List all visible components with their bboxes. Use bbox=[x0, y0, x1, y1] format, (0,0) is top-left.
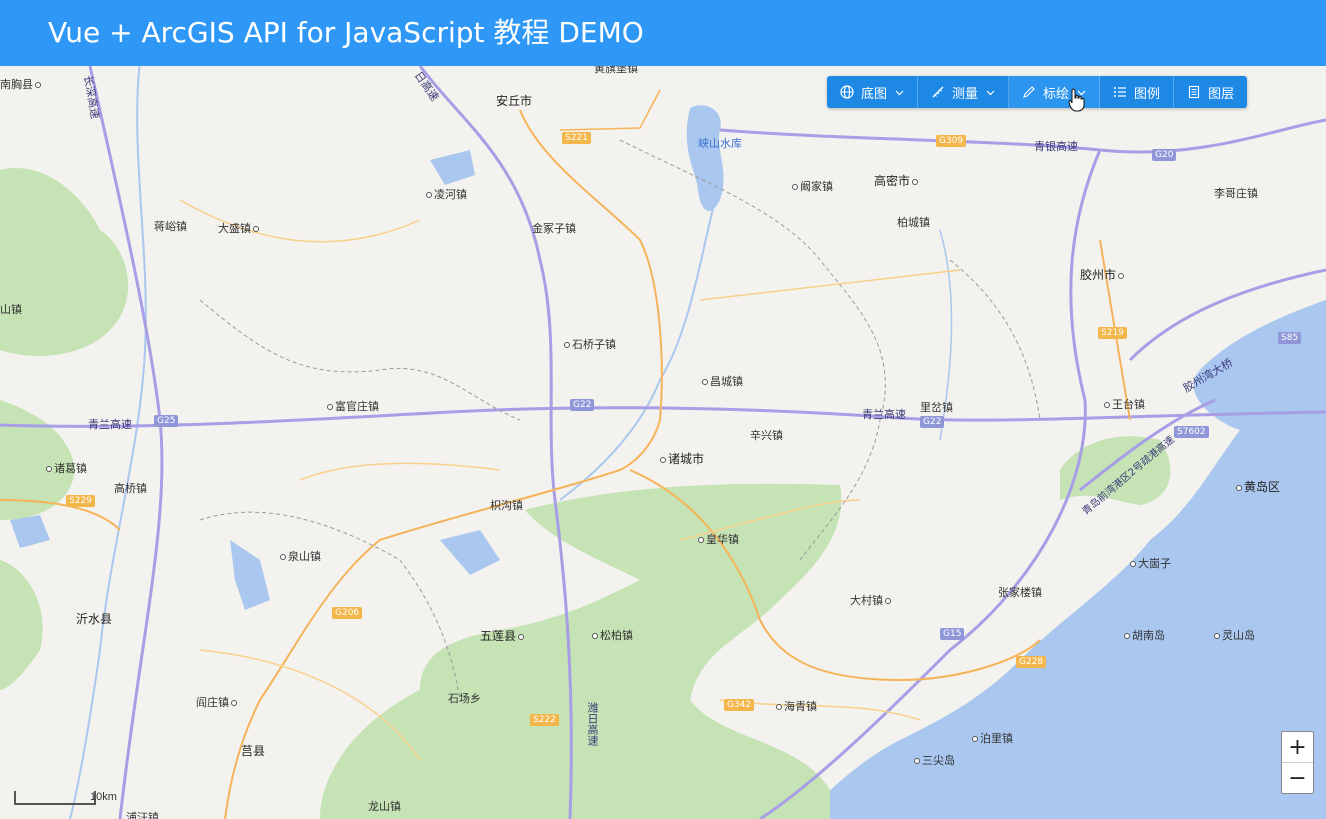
page-title: Vue + ArcGIS API for JavaScript 教程 DEMO bbox=[48, 16, 644, 49]
place-label: 峡山水库 bbox=[698, 137, 742, 150]
place-label: 五莲县 bbox=[480, 627, 526, 644]
place-label: 龙山镇 bbox=[368, 800, 401, 813]
scale-label: 10km bbox=[90, 791, 117, 803]
toolbar-draw-button[interactable]: 标绘 bbox=[1009, 76, 1101, 108]
app-header: Vue + ArcGIS API for JavaScript 教程 DEMO bbox=[0, 0, 1326, 66]
road-label: 青银高速 bbox=[1034, 140, 1078, 153]
map-toolbar: 底图 测量 标绘 图例 图层 bbox=[827, 76, 1248, 108]
place-label: 诸城市 bbox=[658, 450, 704, 467]
road-shield: S85 bbox=[1278, 332, 1302, 344]
road-shield: S7602 bbox=[1174, 426, 1209, 438]
road-shield: G22 bbox=[920, 416, 945, 428]
toolbar-draw-label: 标绘 bbox=[1043, 86, 1070, 102]
pen-icon bbox=[1022, 85, 1036, 99]
place-label: 黄岛区 bbox=[1234, 478, 1280, 495]
road-shield: G25 bbox=[154, 415, 179, 427]
place-label: 诸葛镇 bbox=[44, 460, 87, 476]
scale-bar bbox=[14, 791, 96, 805]
ruler-icon bbox=[931, 85, 945, 99]
chevron-down-icon bbox=[986, 88, 995, 97]
place-label: 辛兴镇 bbox=[750, 429, 783, 442]
road-shield: G20 bbox=[1152, 149, 1177, 161]
road-shield: G22 bbox=[570, 399, 595, 411]
road-shield: G342 bbox=[724, 699, 755, 711]
place-label: 皇华镇 bbox=[696, 531, 739, 547]
road-shield: S219 bbox=[1098, 327, 1127, 339]
plus-icon: + bbox=[1288, 734, 1307, 760]
place-label: 高密市 bbox=[874, 172, 920, 189]
layers-icon bbox=[1187, 85, 1201, 99]
place-label: 三尖岛 bbox=[912, 752, 955, 768]
place-label: 南胸县 bbox=[0, 76, 43, 92]
place-label: 凌河镇 bbox=[424, 186, 467, 202]
road-shield: S229 bbox=[66, 495, 95, 507]
road-label: 潍日高速 bbox=[586, 702, 599, 746]
zoom-control: + − bbox=[1281, 731, 1314, 794]
road-label: 青兰高速 bbox=[88, 418, 132, 431]
place-label: 里岔镇 bbox=[920, 401, 953, 414]
place-label: 大盛镇 bbox=[218, 220, 261, 236]
place-label: 莒县 bbox=[241, 744, 266, 758]
zoom-in-button[interactable]: + bbox=[1282, 732, 1313, 762]
place-label: 柏城镇 bbox=[897, 216, 930, 229]
place-label: 沂水县 bbox=[76, 612, 113, 626]
place-label: 大村镇 bbox=[850, 592, 893, 608]
place-label: 山镇 bbox=[0, 303, 22, 316]
toolbar-layers-button[interactable]: 图层 bbox=[1174, 76, 1247, 108]
toolbar-legend-button[interactable]: 图例 bbox=[1100, 76, 1175, 108]
place-label: 金冢子镇 bbox=[532, 222, 576, 235]
place-label: 石场乡 bbox=[448, 692, 481, 705]
road-shield: S221 bbox=[562, 132, 591, 144]
place-label: 蒋峪镇 bbox=[154, 220, 187, 233]
zoom-out-button[interactable]: − bbox=[1282, 762, 1313, 793]
place-label: 泉山镇 bbox=[278, 548, 321, 564]
toolbar-basemap-label: 底图 bbox=[861, 86, 888, 102]
toolbar-measure-button[interactable]: 测量 bbox=[918, 76, 1010, 108]
place-label: 黄旗堡镇 bbox=[594, 66, 638, 75]
road-shield: G15 bbox=[940, 628, 965, 640]
place-label: 石桥子镇 bbox=[562, 336, 616, 352]
place-label: 李哥庄镇 bbox=[1214, 187, 1258, 200]
globe-icon bbox=[840, 85, 854, 99]
road-label: 青兰高速 bbox=[862, 408, 906, 421]
place-label: 枳沟镇 bbox=[490, 499, 523, 512]
place-label: 泊里镇 bbox=[970, 730, 1013, 746]
place-label: 浦汪镇 bbox=[126, 811, 159, 819]
toolbar-measure-label: 测量 bbox=[952, 86, 979, 102]
place-label: 海青镇 bbox=[774, 698, 817, 714]
map-view[interactable]: 南胸县 安丘市 黄旗堡镇 凌河镇 蒋峪镇 大盛镇 金冢子镇 峡山水库 阚家镇 高… bbox=[0, 66, 1326, 819]
toolbar-layers-label: 图层 bbox=[1208, 86, 1235, 102]
road-shield: G206 bbox=[332, 607, 363, 619]
hand-cursor-icon bbox=[1068, 88, 1086, 117]
place-label: 胡南岛 bbox=[1122, 627, 1165, 643]
minus-icon: − bbox=[1288, 765, 1307, 791]
place-label: 高桥镇 bbox=[114, 482, 147, 495]
road-shield: S222 bbox=[530, 714, 559, 726]
place-label: 王台镇 bbox=[1102, 396, 1145, 412]
road-shield: G228 bbox=[1016, 656, 1047, 668]
place-label: 阎庄镇 bbox=[196, 694, 239, 710]
place-label: 安丘市 bbox=[496, 94, 533, 108]
chevron-down-icon bbox=[895, 88, 904, 97]
place-label: 胶州市 bbox=[1080, 266, 1126, 283]
toolbar-legend-label: 图例 bbox=[1134, 86, 1161, 102]
road-shield: G309 bbox=[936, 135, 967, 147]
place-label: 张家楼镇 bbox=[998, 586, 1042, 599]
place-label: 富官庄镇 bbox=[325, 398, 379, 414]
place-label: 灵山岛 bbox=[1212, 627, 1255, 643]
list-icon bbox=[1113, 85, 1127, 99]
place-label: 阚家镇 bbox=[790, 178, 833, 194]
toolbar-basemap-button[interactable]: 底图 bbox=[827, 76, 919, 108]
place-label: 昌城镇 bbox=[700, 373, 743, 389]
place-label: 松柏镇 bbox=[590, 627, 633, 643]
place-label: 大崮子 bbox=[1128, 555, 1171, 571]
